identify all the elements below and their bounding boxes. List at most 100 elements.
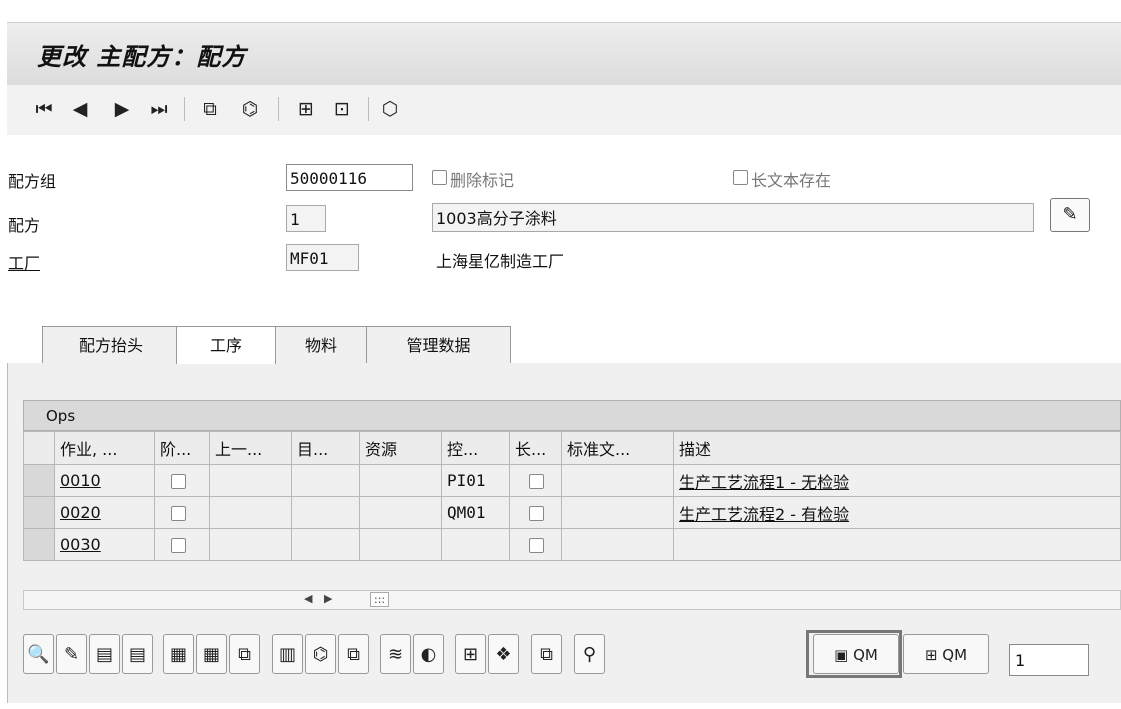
phase-cell[interactable] xyxy=(154,464,210,497)
row-selector[interactable] xyxy=(23,528,55,561)
description-cell[interactable]: 生产工艺流程2 - 有检验 xyxy=(673,496,1121,529)
description-cell[interactable]: 生产工艺流程1 - 无检验 xyxy=(673,464,1121,497)
table-row[interactable]: 0030 xyxy=(23,528,1121,561)
description-cell[interactable] xyxy=(673,528,1121,561)
control-key-cell[interactable]: PI01 xyxy=(441,464,510,497)
network-icon[interactable]: ⧉ xyxy=(531,634,562,674)
edit-pencil-icon[interactable]: ✎ xyxy=(1050,198,1090,232)
recipe-label: 配方 xyxy=(8,216,41,235)
table-cell[interactable] xyxy=(209,496,292,529)
previous-record-icon[interactable]: ◀ xyxy=(65,85,95,133)
long-text-checkbox[interactable] xyxy=(529,474,544,489)
delete-row-icon[interactable]: ▦ xyxy=(196,634,227,674)
deselect-all-icon[interactable]: ▤ xyxy=(122,634,153,674)
insert-row-icon[interactable]: ▦ xyxy=(163,634,194,674)
column-header[interactable]: 描述 xyxy=(673,431,1121,465)
resource-icon[interactable]: ⊞ xyxy=(455,634,486,674)
control-key-cell[interactable]: QM01 xyxy=(441,496,510,529)
last-record-icon[interactable]: ⏭ xyxy=(144,85,174,133)
table-cell[interactable] xyxy=(561,528,674,561)
first-record-icon[interactable]: ⏮ xyxy=(29,85,59,133)
column-header[interactable]: 目... xyxy=(291,431,360,465)
table-header-row: 作业, ... 阶... 上一... 目... 资源 控... 长... 标准文… xyxy=(23,431,1121,465)
table-cell[interactable] xyxy=(291,464,360,497)
search-icon[interactable]: ⚲ xyxy=(574,634,605,674)
tab-recipe-header[interactable]: 配方抬头 xyxy=(42,326,180,363)
long-text-checkbox[interactable] xyxy=(733,170,748,185)
edit-icon[interactable]: ✎ xyxy=(56,634,87,674)
hierarchy-icon[interactable]: ⌬ xyxy=(305,634,336,674)
tab-admin-data[interactable]: 管理数据 xyxy=(366,326,511,363)
scroll-thumb[interactable]: ::: xyxy=(370,592,390,607)
table-cell[interactable] xyxy=(209,464,292,497)
column-header[interactable]: 长... xyxy=(509,431,562,465)
page-title: 更改 主配方：配方 xyxy=(37,42,247,71)
tab-materials[interactable]: 物料 xyxy=(275,326,367,363)
long-text-cell[interactable] xyxy=(509,528,562,561)
plant-label: 工厂 xyxy=(8,254,41,273)
qm-resource-button[interactable]: ⊞ QM xyxy=(903,634,989,674)
column-header[interactable]: 标准文... xyxy=(561,431,674,465)
table-row[interactable]: 0010 PI01 生产工艺流程1 - 无检验 xyxy=(23,464,1121,497)
column-header[interactable]: 阶... xyxy=(154,431,210,465)
scroll-right-icon[interactable]: ▶ xyxy=(324,592,332,605)
table-cell[interactable] xyxy=(359,528,442,561)
row-selector[interactable] xyxy=(23,464,55,497)
phase-cell[interactable] xyxy=(154,528,210,561)
object-icon[interactable]: ⬡ xyxy=(375,85,405,133)
table-cell[interactable] xyxy=(209,528,292,561)
operation-cell[interactable]: 0030 xyxy=(54,528,155,561)
table-cell[interactable] xyxy=(561,464,674,497)
select-all-icon[interactable]: ▤ xyxy=(89,634,120,674)
phase-checkbox[interactable] xyxy=(171,474,186,489)
long-text-cell[interactable] xyxy=(509,496,562,529)
tab-operations[interactable]: 工序 xyxy=(176,326,276,364)
objects-icon[interactable]: ⧉ xyxy=(338,634,369,674)
column-header[interactable]: 资源 xyxy=(359,431,442,465)
long-text-checkbox[interactable] xyxy=(529,538,544,553)
table-cell[interactable] xyxy=(359,464,442,497)
phase-icon[interactable]: ❖ xyxy=(488,634,519,674)
highlight-box xyxy=(806,630,902,678)
phase-checkbox[interactable] xyxy=(171,538,186,553)
operation-cell[interactable]: 0020 xyxy=(54,496,155,529)
operations-table: 作业, ... 阶... 上一... 目... 资源 控... 长... 标准文… xyxy=(23,431,1121,561)
plant-field: MF01 xyxy=(286,244,359,271)
filter-icon[interactable]: ≋ xyxy=(380,634,411,674)
column-header[interactable]: 控... xyxy=(441,431,510,465)
long-text-cell[interactable] xyxy=(509,464,562,497)
plant-description: 上海星亿制造工厂 xyxy=(436,252,565,271)
display-icon[interactable]: ⊡ xyxy=(327,85,357,133)
table-cell[interactable] xyxy=(291,496,360,529)
column-header[interactable]: 上一... xyxy=(209,431,292,465)
row-selector[interactable] xyxy=(23,496,55,529)
long-text-checkbox[interactable] xyxy=(529,506,544,521)
control-key-cell[interactable] xyxy=(441,528,510,561)
phase-checkbox[interactable] xyxy=(171,506,186,521)
scroll-left-icon[interactable]: ◀ xyxy=(304,592,312,605)
copy-icon[interactable]: ⧉ xyxy=(195,85,225,133)
phase-cell[interactable] xyxy=(154,496,210,529)
table-cell[interactable] xyxy=(561,496,674,529)
horizontal-scrollbar[interactable]: ◀ ▶ ::: xyxy=(23,590,1121,610)
copy-row-icon[interactable]: ⧉ xyxy=(229,634,260,674)
delete-flag-checkbox[interactable] xyxy=(432,170,447,185)
details-icon[interactable]: 🔍 xyxy=(23,634,54,674)
row-selector-header[interactable] xyxy=(23,431,55,465)
status-icon[interactable]: ◐ xyxy=(413,634,444,674)
title-bar: 更改 主配方：配方 xyxy=(7,22,1121,86)
toolbar: ⏮ ◀ ▶ ⏭ ⧉ ⌬ ⊞ ⊡ ⬡ xyxy=(7,85,1121,135)
structure-icon[interactable]: ⊞ xyxy=(291,85,321,133)
toolbar-separator xyxy=(368,97,369,121)
next-record-icon[interactable]: ▶ xyxy=(107,85,137,133)
table-row[interactable]: 0020 QM01 生产工艺流程2 - 有检验 xyxy=(23,496,1121,529)
column-header[interactable]: 作业, ... xyxy=(54,431,155,465)
table-cell[interactable] xyxy=(359,496,442,529)
hierarchy-icon[interactable]: ⌬ xyxy=(235,85,265,133)
sort-icon[interactable]: ▥ xyxy=(272,634,303,674)
table-cell[interactable] xyxy=(291,528,360,561)
page-number-input[interactable]: 1 xyxy=(1009,644,1089,676)
qm-resource-label: QM xyxy=(942,646,968,664)
recipe-group-field[interactable]: 50000116 xyxy=(286,164,413,191)
operation-cell[interactable]: 0010 xyxy=(54,464,155,497)
